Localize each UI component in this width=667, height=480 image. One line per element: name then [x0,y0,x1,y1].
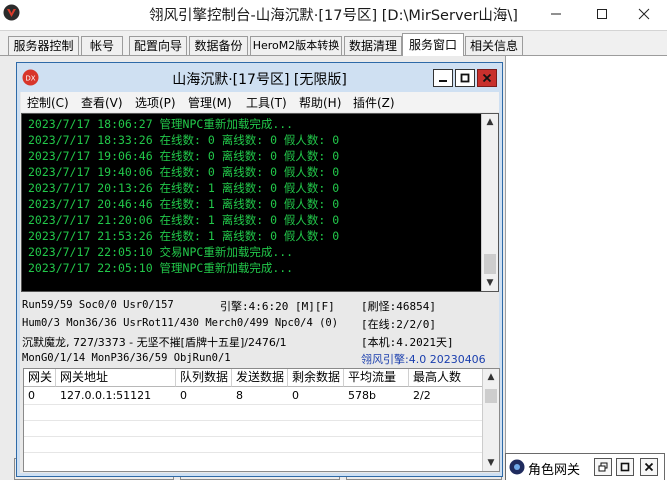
column-header-sent[interactable]: 发送数据 [232,369,288,387]
cell-avg-traffic: 578b [348,389,376,402]
tab-service-window[interactable]: 服务窗口 [402,33,464,56]
status-mon: MonG0/1/14 MonP36/36/59 ObjRun0/1 [22,352,231,364]
scroll-down-icon[interactable]: ▼ [483,455,499,471]
role-gateway-window[interactable]: 角色网关 [505,453,665,480]
status-online: [在线:2/2/0] [361,318,436,331]
maximize-icon [620,462,630,472]
cell-sent: 8 [236,389,243,402]
log-line: 2023/7/17 19:06:46 在线数: 0 离线数: 0 假人数: 0 [28,149,340,163]
cell-remaining: 0 [292,389,299,402]
status-monsters: [刷怪:46854] [361,300,436,313]
menu-plugins[interactable]: 插件(Z) [353,94,395,111]
role-gateway-icon [509,459,525,475]
scroll-up-icon[interactable]: ▲ [482,114,498,130]
column-header-address[interactable]: 网关地址 [56,369,176,387]
tab-herom2-convert[interactable]: HeroM2版本转换 [250,36,342,55]
scroll-down-icon[interactable]: ▼ [482,275,498,291]
log-line: 2023/7/17 18:06:27 管理NPC重新加载完成... [28,117,294,131]
close-icon [644,462,654,472]
maximize-button[interactable] [581,0,623,28]
cell-address: 127.0.0.1:51121 [60,389,152,402]
log-line: 2023/7/17 20:13:26 在线数: 1 离线数: 0 假人数: 0 [28,181,340,195]
menu-control[interactable]: 控制(C) [27,94,69,111]
tab-config-wizard[interactable]: 配置向导 [129,36,187,55]
column-header-queue[interactable]: 队列数据 [176,369,232,387]
role-gateway-maximize-button[interactable] [616,458,634,476]
menu-help[interactable]: 帮助(H) [299,94,341,111]
gateway-scroll-thumb[interactable] [485,389,497,403]
maximize-icon [597,9,607,19]
server-window-close-button[interactable] [477,69,497,87]
minimize-button[interactable] [535,0,577,28]
close-button[interactable] [623,0,665,28]
column-header-gateway[interactable]: 网关 [24,369,56,387]
server-window-titlebar: DX 山海沉默·[17号区] [无限版] [17,63,502,92]
log-line: 2023/7/17 19:40:06 在线数: 0 离线数: 0 假人数: 0 [28,165,340,179]
gateway-table[interactable]: 网关 网关地址 队列数据 发送数据 剩余数据 平均流量 最高人数 0 127.0… [23,368,500,472]
menu-manage[interactable]: 管理(M) [188,94,232,111]
status-panel: Run59/59 Soc0/0 Usr0/157 引擎:4:6:20 [M][F… [21,295,499,367]
row-divider [24,420,482,421]
tab-data-backup[interactable]: 数据备份 [189,36,248,55]
server-window-maximize-button[interactable] [455,69,475,87]
status-engine: 引擎:4:6:20 [M][F] [220,300,335,313]
menu-bar: 控制(C) 查看(V) 选项(P) 管理(M) 工具(T) 帮助(H) 插件(Z… [21,92,499,112]
restore-icon [598,462,608,472]
minimize-icon [439,80,447,82]
client-area: 角色网关 DX 山海沉默·[17号区] [无限版] 控制(C) 查看(V) 选项… [0,55,667,480]
role-gateway-close-button[interactable] [640,458,658,476]
outer-titlebar: 翎风引擎控制台-山海沉默·[17号区] [D:\MirServer山海\] [0,0,667,30]
server-window-minimize-button[interactable] [433,69,453,87]
gateway-scrollbar[interactable]: ▲ ▼ [482,369,499,471]
tab-server-control[interactable]: 服务器控制 [8,36,79,55]
log-line: 2023/7/17 21:53:26 在线数: 1 离线数: 0 假人数: 0 [28,229,340,243]
console-scrollbar[interactable]: ▲ ▼ [481,114,498,291]
column-header-remaining[interactable]: 剩余数据 [288,369,344,387]
engine-version: 翎风引擎:4.0 20230406 [361,353,486,366]
close-icon [638,8,650,20]
row-divider [24,404,482,405]
column-header-max-users[interactable]: 最高人数 [409,369,483,387]
console-scroll-thumb[interactable] [484,254,496,274]
column-header-avg-traffic[interactable]: 平均流量 [344,369,409,387]
close-icon [482,73,492,83]
tab-related-info[interactable]: 相关信息 [465,36,523,55]
cell-gateway: 0 [28,389,35,402]
menu-tools[interactable]: 工具(T) [246,94,287,111]
tab-bar: 服务器控制 帐号 配置向导 数据备份 HeroM2版本转换 数据清理 服务窗口 … [0,30,667,56]
maximize-icon [460,73,470,83]
cell-max-users: 2/2 [413,389,431,402]
role-gateway-title: 角色网关 [528,463,581,478]
log-line: 2023/7/17 21:20:06 在线数: 1 离线数: 0 假人数: 0 [28,213,340,227]
mdi-background [505,56,667,480]
cell-queue: 0 [180,389,187,402]
row-divider [24,452,482,453]
status-player: 沉默魔龙, 727/3373 - 无坚不摧[盾牌十五星]/2476/1 [22,336,287,349]
menu-options[interactable]: 选项(P) [135,94,176,111]
status-hum: Hum0/3 Mon36/36 UsrRot11/430 Merch0/499 … [22,317,339,329]
tab-data-cleanup[interactable]: 数据清理 [344,36,402,55]
console-log[interactable]: 2023/7/17 18:06:27 管理NPC重新加载完成... 2023/7… [21,113,499,292]
status-run: Run59/59 Soc0/0 Usr0/157 [22,299,174,311]
minimize-icon [551,13,561,15]
row-divider [24,436,482,437]
tab-account[interactable]: 帐号 [81,36,123,55]
menu-view[interactable]: 查看(V) [81,94,123,111]
server-window-title: 山海沉默·[17号区] [无限版] [172,72,347,88]
status-machine: [本机:4.2021天] [361,336,454,349]
log-line: 2023/7/17 20:46:46 在线数: 1 离线数: 0 假人数: 0 [28,197,340,211]
log-line: 2023/7/17 22:05:10 交易NPC重新加载完成... [28,245,294,259]
scroll-up-icon[interactable]: ▲ [483,369,499,385]
role-gateway-restore-button[interactable] [594,458,612,476]
log-line: 2023/7/17 18:33:26 在线数: 0 离线数: 0 假人数: 0 [28,133,340,147]
log-line: 2023/7/17 22:05:10 管理NPC重新加载完成... [28,261,294,275]
server-window: DX 山海沉默·[17号区] [无限版] 控制(C) 查看(V) 选项(P) 管… [16,62,503,477]
